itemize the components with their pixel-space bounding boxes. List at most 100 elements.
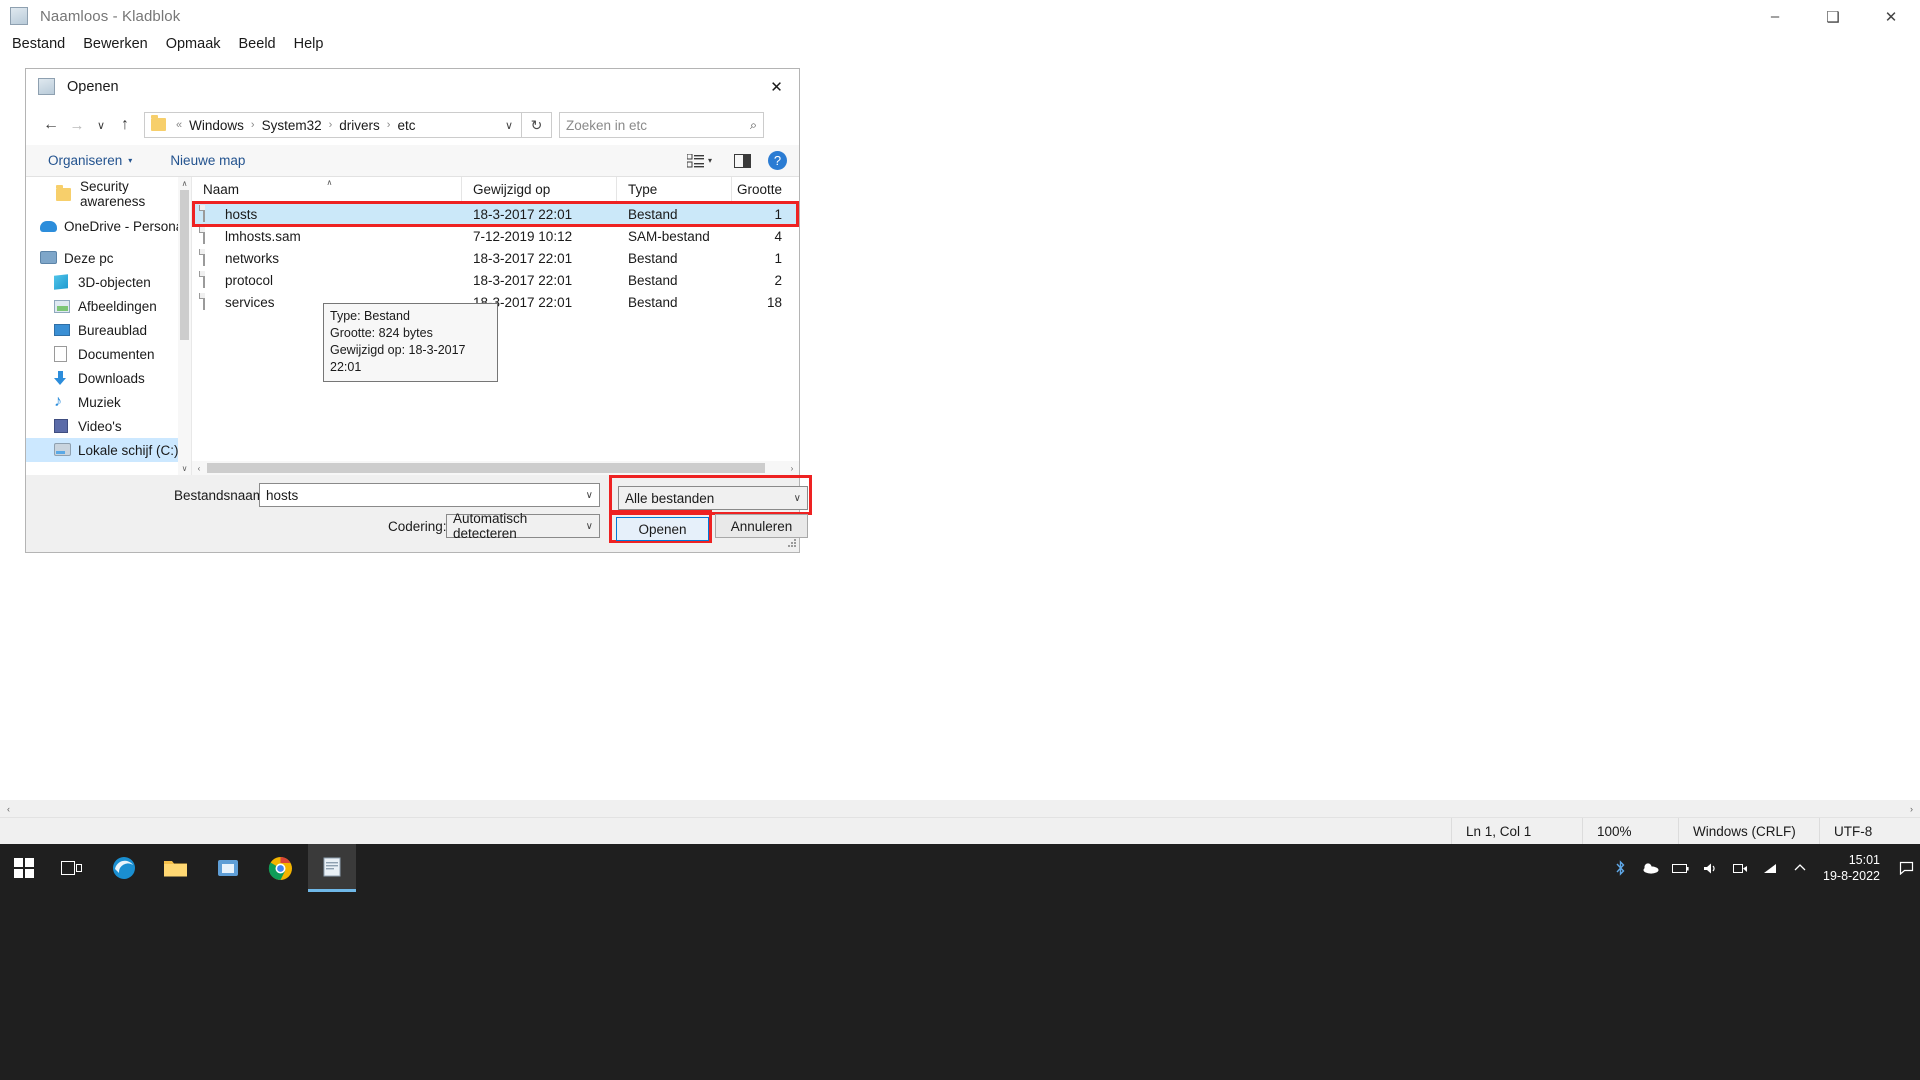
nav-item-afbeeldingen[interactable]: Afbeeldingen	[26, 294, 191, 318]
file-icon	[203, 249, 216, 266]
dialog-close-button[interactable]: ✕	[754, 69, 799, 105]
file-size: 1	[774, 250, 782, 266]
new-folder-button[interactable]: Nieuwe map	[160, 153, 255, 168]
file-type: SAM-bestand	[628, 228, 710, 244]
store-icon[interactable]	[204, 844, 252, 892]
network-icon[interactable]	[1755, 844, 1785, 892]
notepad-horizontal-scrollbar[interactable]: ‹ ›	[0, 800, 1920, 817]
volume-icon[interactable]	[1695, 844, 1725, 892]
cancel-button[interactable]: Annuleren	[715, 514, 808, 538]
scroll-down-icon[interactable]: ∨	[178, 462, 191, 475]
tooltip-modified: Gewijzigd op: 18-3-2017 22:01	[330, 343, 466, 374]
up-arrow-icon[interactable]	[1785, 844, 1815, 892]
forward-button[interactable]: →	[64, 112, 90, 138]
menu-beeld[interactable]: Beeld	[230, 33, 285, 56]
battery-tray-icon[interactable]	[1665, 844, 1695, 892]
column-header-gewijzigd-op[interactable]: Gewijzigd op	[462, 177, 617, 202]
close-button[interactable]: ✕	[1862, 0, 1920, 33]
refresh-button[interactable]: ↻	[522, 112, 552, 138]
scroll-right-icon[interactable]: ›	[785, 464, 799, 473]
chevron-down-icon[interactable]: ∨	[586, 521, 593, 532]
filename-input[interactable]: hosts ∨	[259, 483, 600, 507]
preview-pane-icon[interactable]	[726, 149, 758, 173]
table-row[interactable]: lmhosts.sam 7-12-2019 10:12 SAM-bestand …	[192, 225, 799, 247]
scroll-left-icon[interactable]: ‹	[0, 804, 17, 814]
column-header-grootte[interactable]: Grootte	[732, 177, 792, 202]
up-button[interactable]: ↑	[112, 112, 138, 138]
file-size: 18	[766, 294, 782, 310]
scroll-left-icon[interactable]: ‹	[192, 464, 206, 473]
music-icon	[54, 393, 71, 411]
navigation-pane-scrollbar[interactable]: ∧ ∨	[178, 177, 191, 475]
nav-item-bureaublad[interactable]: Bureaublad	[26, 318, 191, 342]
maximize-button[interactable]: ❑	[1804, 0, 1862, 33]
resize-grip[interactable]	[785, 536, 797, 548]
nav-item-label: Security awareness	[80, 179, 146, 209]
minimize-button[interactable]: –	[1746, 0, 1804, 33]
chevron-right-icon[interactable]: ›	[247, 119, 259, 131]
open-button[interactable]: Openen	[616, 517, 709, 541]
chevron-down-icon[interactable]: ∨	[794, 493, 801, 504]
file-size: 4	[774, 228, 782, 244]
search-input[interactable]: Zoeken in etc ⌕	[559, 112, 764, 138]
encoding-select[interactable]: Automatisch detecteren ∨	[446, 511, 600, 541]
chrome-icon[interactable]	[256, 844, 304, 892]
file-icon	[203, 271, 216, 288]
menu-bewerken[interactable]: Bewerken	[74, 33, 156, 56]
menu-opmaak[interactable]: Opmaak	[157, 33, 230, 56]
column-header-naam[interactable]: ∧ Naam	[192, 177, 462, 202]
windows-start-icon[interactable]	[0, 844, 48, 892]
chevron-right-icon[interactable]: ›	[325, 119, 337, 131]
chevron-down-icon[interactable]: ▾	[708, 156, 712, 165]
breadcrumb-segment-etc[interactable]: etc	[394, 118, 418, 133]
edge-icon[interactable]	[100, 844, 148, 892]
nav-item-3d-objecten[interactable]: 3D-objecten	[26, 270, 191, 294]
table-row[interactable]: networks 18-3-2017 22:01 Bestand 1	[192, 247, 799, 269]
table-row[interactable]: protocol 18-3-2017 22:01 Bestand 2	[192, 269, 799, 291]
breadcrumb[interactable]: « Windows › System32 › drivers › etc ∨	[144, 112, 522, 138]
nav-item-deze-pc[interactable]: Deze pc	[26, 246, 191, 270]
column-header-type[interactable]: Type	[617, 177, 732, 202]
task-view-icon[interactable]	[48, 844, 96, 892]
help-icon[interactable]: ?	[768, 151, 787, 170]
nav-item-videos[interactable]: Video's	[26, 414, 191, 438]
breadcrumb-segment-drivers[interactable]: drivers	[336, 118, 383, 133]
downloads-icon	[54, 370, 71, 386]
menu-help[interactable]: Help	[285, 33, 333, 56]
onedrive-tray-icon[interactable]	[1635, 844, 1665, 892]
nav-item-security-awareness[interactable]: Security awareness	[26, 179, 191, 209]
scrollbar-thumb[interactable]	[207, 463, 765, 473]
recent-locations-button[interactable]: ∨	[90, 112, 112, 138]
action-center-icon[interactable]	[1892, 844, 1920, 892]
nav-item-muziek[interactable]: Muziek	[26, 390, 191, 414]
taskbar-bar: 15:01 19-8-2022	[0, 844, 1920, 892]
folder-icon	[151, 115, 167, 132]
nav-item-lokale-schijf[interactable]: Lokale schijf (C:)	[26, 438, 191, 462]
breadcrumb-segment-windows[interactable]: Windows	[186, 118, 247, 133]
scrollbar-thumb[interactable]	[180, 190, 189, 340]
file-type-filter-select[interactable]: Alle bestanden ∨	[618, 486, 808, 510]
breadcrumb-segment-system32[interactable]: System32	[259, 118, 325, 133]
bluetooth-icon[interactable]	[1605, 844, 1635, 892]
back-button[interactable]: ←	[38, 112, 64, 138]
scroll-up-icon[interactable]: ∧	[178, 177, 191, 190]
chevron-down-icon[interactable]: ∨	[586, 490, 593, 501]
menu-bestand[interactable]: Bestand	[3, 33, 74, 56]
search-icon[interactable]: ⌕	[750, 118, 757, 133]
file-explorer-icon[interactable]	[152, 844, 200, 892]
organise-button[interactable]: Organiseren ▾	[38, 153, 142, 168]
chevron-right-icon[interactable]: ›	[383, 119, 395, 131]
nav-item-documenten[interactable]: Documenten	[26, 342, 191, 366]
nav-item-onedrive[interactable]: OneDrive - Personal	[26, 214, 191, 238]
chevron-down-icon[interactable]: ∨	[505, 119, 517, 132]
nav-item-downloads[interactable]: Downloads	[26, 366, 191, 390]
taskbar-clock[interactable]: 15:01 19-8-2022	[1815, 844, 1892, 892]
table-row[interactable]: hosts 18-3-2017 22:01 Bestand 1	[192, 203, 799, 225]
notepad-icon	[10, 6, 30, 27]
nav-item-label: Afbeeldingen	[78, 298, 157, 314]
file-list-horizontal-scrollbar[interactable]: ‹ ›	[192, 461, 799, 475]
notepad-taskbar-icon[interactable]	[308, 844, 356, 892]
meeting-icon[interactable]	[1725, 844, 1755, 892]
notepad-titlebar: Naamloos - Kladblok – ❑ ✕	[0, 0, 1920, 33]
scroll-right-icon[interactable]: ›	[1903, 804, 1920, 814]
